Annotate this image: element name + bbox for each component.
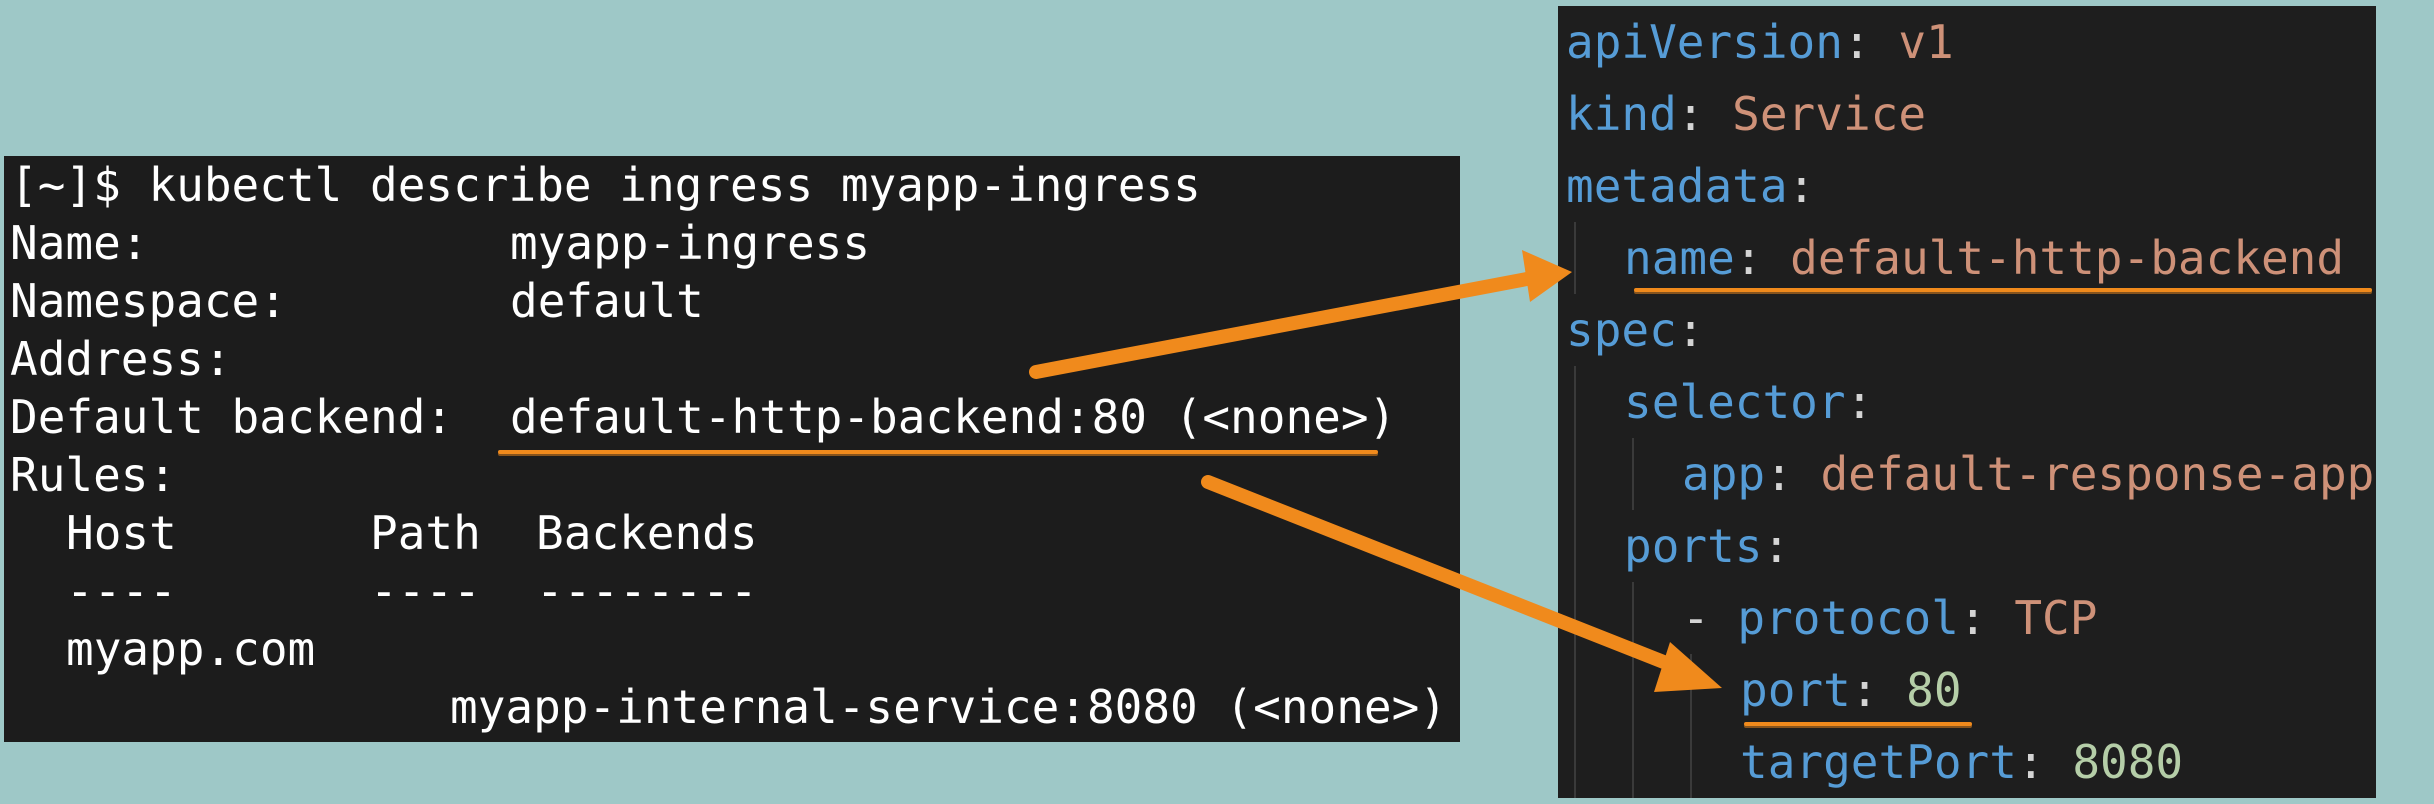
rules-path-separator: ---- [370,564,481,618]
default-backend-value: default-http-backend:80 (<none>) [510,390,1397,444]
yaml-app-line: app: default-response-app [1682,438,2374,510]
yaml-metadata-line: metadata: [1566,159,1816,213]
yaml-key: app [1682,447,1766,501]
indent-guide [1632,438,1634,510]
indent-guide [1574,366,1576,798]
terminal-panel: [~]$ kubectl describe ingress myapp-ingr… [4,156,1460,742]
yaml-key: port [1740,663,1851,717]
rules-host-separator: ---- [66,564,177,618]
yaml-colon: : [1734,231,1791,285]
indent-guide [1574,222,1576,294]
yaml-selector-line: selector: [1624,375,1874,429]
namespace-label: Namespace: [10,274,287,328]
yaml-colon: : [1958,591,2015,645]
rule-backend: myapp-internal-service:8080 (<none>) [450,680,1447,734]
yaml-ports-line: ports: [1624,519,1791,573]
terminal-name-row: Name: myapp-ingress [10,214,870,272]
rule-host: myapp.com [66,622,316,676]
yaml-colon: : [1842,15,1899,69]
yaml-value: default-response-app [1820,447,2375,501]
yaml-apiversion-line: apiVersion: v1 [1566,6,1954,78]
indent-guide [1690,654,1692,798]
yaml-port-line: port: 80 [1740,654,1962,726]
address-label: Address: [10,332,232,386]
yaml-key: apiVersion [1566,15,1843,69]
yaml-value: Service [1732,87,1927,141]
yaml-key: name [1624,231,1735,285]
terminal-prompt-line: [~]$ kubectl describe ingress myapp-ingr… [10,158,1201,212]
yaml-value: 8080 [2072,735,2184,789]
rules-backends-separator: -------- [536,564,758,618]
port-value-underline [1744,722,1972,726]
yaml-protocol-line: - protocol: TCP [1682,582,2097,654]
yaml-key: ports [1624,519,1763,573]
yaml-key: spec [1566,303,1677,357]
yaml-colon: : [1850,663,1907,717]
name-label: Name: [10,216,149,270]
default-backend-underline [498,450,1378,454]
yaml-name-line: name: default-http-backend [1624,222,2344,294]
yaml-editor-panel: apiVersion: v1 kind: Service metadata: n… [1558,6,2376,798]
yaml-key: targetPort [1740,735,2017,789]
rules-host-header: Host [66,506,177,560]
rules-path-header: Path [370,506,481,560]
yaml-dash: - [1682,591,1738,645]
yaml-key: metadata [1566,159,1788,213]
yaml-key: protocol [1737,591,1959,645]
yaml-colon: : [1765,447,1821,501]
rules-label: Rules: [10,448,177,502]
indent-guide [1632,582,1634,798]
terminal-default-backend-row: Default backend: default-http-backend:80 … [10,388,1396,446]
yaml-colon: : [2016,735,2073,789]
yaml-value: default-http-backend [1790,231,2345,285]
name-value-underline [1634,288,2372,292]
name-value: myapp-ingress [510,216,871,270]
yaml-key: selector [1624,375,1846,429]
namespace-value: default [510,274,704,328]
yaml-value: v1 [1898,15,1954,69]
yaml-value: 80 [1906,663,1962,717]
yaml-spec-line: spec: [1566,303,1705,357]
rules-backends-header: Backends [536,506,758,560]
yaml-colon: : [1676,87,1733,141]
default-backend-label: Default backend: [10,390,454,444]
terminal-namespace-row: Namespace: default [10,272,704,330]
yaml-key: kind [1566,87,1677,141]
yaml-value: TCP [2014,591,2098,645]
yaml-kind-line: kind: Service [1566,78,1926,150]
yaml-targetport-line: targetPort: 8080 [1740,726,2183,798]
